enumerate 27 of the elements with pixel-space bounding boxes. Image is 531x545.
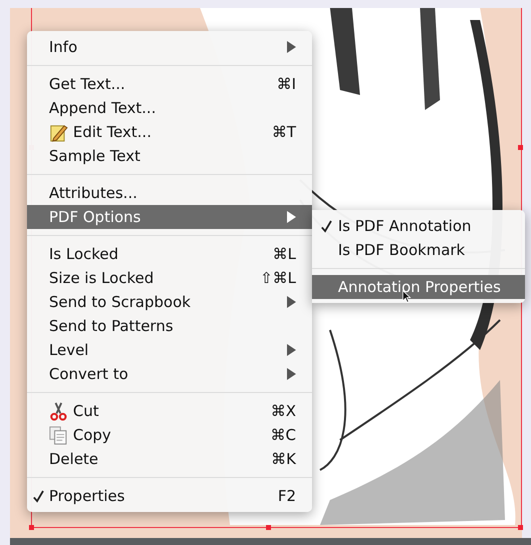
menu-item[interactable]: PDF Options — [27, 205, 312, 229]
copy-icon — [49, 426, 68, 444]
menu-item[interactable]: Send to Scrapbook — [27, 290, 312, 314]
menu-item[interactable]: Info — [27, 35, 312, 59]
menu-item[interactable]: Is Locked ⌘L — [27, 242, 312, 266]
menu-item[interactable]: Is PDF Annotation — [312, 214, 525, 238]
menu-item[interactable]: Is PDF Bookmark — [312, 238, 525, 262]
resize-handle[interactable] — [266, 525, 271, 530]
menu-item[interactable]: Sample Text — [27, 144, 312, 168]
menu-item[interactable]: Level — [27, 338, 312, 362]
notepad-pencil-icon — [49, 122, 68, 142]
menu-item[interactable]: Convert to — [27, 362, 312, 386]
scissors-icon — [49, 402, 68, 420]
menu-item[interactable]: Copy ⌘C — [27, 423, 312, 447]
menu-item[interactable]: Attributes... — [27, 181, 312, 205]
resize-handle[interactable] — [29, 525, 34, 530]
menu-item[interactable]: Size is Locked ⇧⌘L — [27, 266, 312, 290]
menu-item[interactable]: Properties F2 — [27, 484, 312, 508]
menu-item[interactable]: Annotation Properties — [312, 275, 525, 299]
menu-item[interactable]: Append Text... — [27, 96, 312, 120]
menu-item[interactable]: Edit Text... ⌘T — [27, 120, 312, 144]
resize-handle[interactable] — [518, 525, 523, 530]
menu-item[interactable]: Send to Patterns — [27, 314, 312, 338]
menu-item[interactable]: Get Text... ⌘I — [27, 72, 312, 96]
menu-item[interactable]: Delete ⌘K — [27, 447, 312, 471]
resize-handle[interactable] — [518, 145, 523, 150]
menu-item[interactable]: Cut ⌘X — [27, 399, 312, 423]
